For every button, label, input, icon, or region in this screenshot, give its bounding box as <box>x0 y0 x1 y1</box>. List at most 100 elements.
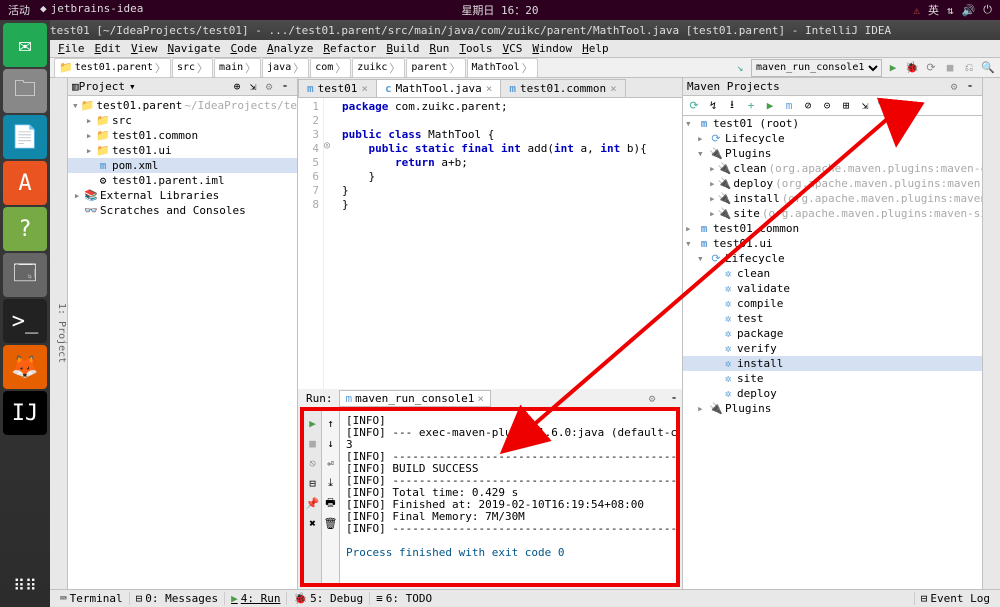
menu-help[interactable]: Help <box>578 42 613 55</box>
menu-navigate[interactable]: Navigate <box>164 42 225 55</box>
activities-label[interactable]: 活动 <box>8 2 30 18</box>
maven-tree-item[interactable]: ✲test <box>683 311 982 326</box>
maven-tree-item[interactable]: ▸🔌install (org.apache.maven.plugins:mave… <box>683 191 982 206</box>
debug-button[interactable]: 🐞 <box>904 60 920 76</box>
show-deps-icon[interactable]: ⊞ <box>838 98 854 114</box>
status-eventlog[interactable]: ⊟Event Log <box>914 592 996 605</box>
launcher-desktop[interactable]: 🗔 <box>3 253 47 297</box>
generate-sources-icon[interactable]: ↯ <box>705 98 721 114</box>
close-icon[interactable]: × <box>486 82 493 95</box>
run-gear-icon[interactable]: ⚙ <box>644 390 660 406</box>
project-tree-item[interactable]: ▸📚External Libraries <box>68 188 297 203</box>
appmenu-label[interactable]: ◆jetbrains-idea <box>40 2 143 18</box>
launcher-apps-grid[interactable]: ⠿⠿ <box>3 563 47 607</box>
collapse-maven-icon[interactable]: ⇲ <box>857 98 873 114</box>
run-tab[interactable]: mmaven_run_console1× <box>339 390 491 407</box>
pin-icon[interactable]: 📌 <box>305 495 321 511</box>
maven-tree-item[interactable]: ✲compile <box>683 296 982 311</box>
warning-icon[interactable]: ⚠ <box>913 4 920 17</box>
project-tree-item[interactable]: ▸📁src <box>68 113 297 128</box>
exec-goal-icon[interactable]: m <box>781 98 797 114</box>
menu-code[interactable]: Code <box>226 42 261 55</box>
launcher-software[interactable]: A <box>3 161 47 205</box>
close-run-icon[interactable]: ✖ <box>305 515 321 531</box>
status-run[interactable]: ▶4: Run <box>224 592 286 605</box>
menu-vcs[interactable]: VCS <box>498 42 526 55</box>
launcher-intellij[interactable]: IJ <box>3 391 47 435</box>
breadcrumb-item[interactable]: com 〉 <box>310 58 351 78</box>
maven-hide-icon[interactable]: ⁃ <box>962 79 978 95</box>
project-tree-item[interactable]: ▸📁test01.ui <box>68 143 297 158</box>
trash-icon[interactable]: 🗑 <box>323 515 339 531</box>
maven-settings-icon[interactable]: 🔧 <box>876 98 892 114</box>
breadcrumb-item[interactable]: 📁test01.parent 〉 <box>54 58 171 78</box>
close-icon[interactable]: × <box>361 82 368 95</box>
coverage-button[interactable]: ⟳ <box>923 60 939 76</box>
maven-tree-item[interactable]: ▸🔌clean (org.apache.maven.plugins:maven-… <box>683 161 982 176</box>
maven-tree-item[interactable]: ▾⟳Lifecycle <box>683 251 982 266</box>
menu-window[interactable]: Window <box>528 42 576 55</box>
down-icon[interactable]: ↓ <box>323 435 339 451</box>
maven-tree-item[interactable]: ▾🔌Plugins <box>683 146 982 161</box>
breadcrumb-item[interactable]: java 〉 <box>262 58 309 78</box>
stop-icon[interactable]: ■ <box>305 435 321 451</box>
launcher-firefox[interactable]: 🦊 <box>3 345 47 389</box>
menu-refactor[interactable]: Refactor <box>319 42 380 55</box>
up-icon[interactable]: ↑ <box>323 415 339 431</box>
gear-icon[interactable]: ⚙ <box>261 79 277 95</box>
breadcrumb-item[interactable]: src 〉 <box>172 58 213 78</box>
menu-build[interactable]: Build <box>382 42 423 55</box>
maven-gear-icon[interactable]: ⚙ <box>946 79 962 95</box>
project-tree-item[interactable]: mpom.xml <box>68 158 297 173</box>
status-todo[interactable]: ≡6: TODO <box>369 592 438 605</box>
project-tree-item[interactable]: ▸📁test01.common <box>68 128 297 143</box>
reimport-icon[interactable]: ⟳ <box>686 98 702 114</box>
breadcrumb-item[interactable]: MathTool 〉 <box>467 58 538 78</box>
maven-tree-item[interactable]: ▸mtest01.common <box>683 221 982 236</box>
power-icon[interactable]: ⏻ <box>983 3 992 17</box>
maven-tree-item[interactable]: ✲clean <box>683 266 982 281</box>
close-icon[interactable]: × <box>477 392 484 405</box>
run-maven-icon[interactable]: ▶ <box>762 98 778 114</box>
code-editor[interactable]: 12345678 ◎ package com.zuikc.parent; pub… <box>298 98 682 389</box>
maven-tree-item[interactable]: ✲deploy <box>683 386 982 401</box>
run-config-select[interactable]: maven_run_console1 <box>751 59 882 77</box>
network-icon[interactable]: ⇅ <box>947 4 954 17</box>
menu-file[interactable]: File <box>54 42 89 55</box>
maven-tree-item[interactable]: ✲verify <box>683 341 982 356</box>
ime-indicator[interactable]: 英 <box>928 2 939 18</box>
vcs-button[interactable]: ⎌ <box>961 60 977 76</box>
editor-tab[interactable]: mtest01.common× <box>500 79 625 97</box>
maven-tree-item[interactable]: ✲validate <box>683 281 982 296</box>
add-maven-icon[interactable]: + <box>743 98 759 114</box>
maven-tree-item[interactable]: ▾mtest01 (root) <box>683 116 982 131</box>
exit-icon[interactable]: ⎋ <box>305 455 321 471</box>
menu-view[interactable]: View <box>127 42 162 55</box>
maven-tree-item[interactable]: ▾mtest01.ui <box>683 236 982 251</box>
status-debug[interactable]: 🐞5: Debug <box>286 592 369 605</box>
breadcrumb-item[interactable]: zuikc 〉 <box>352 58 405 78</box>
run-button[interactable]: ▶ <box>885 60 901 76</box>
editor-tab[interactable]: mtest01× <box>298 79 377 97</box>
menu-run[interactable]: Run <box>425 42 453 55</box>
breadcrumb-item[interactable]: main 〉 <box>214 58 261 78</box>
source-code[interactable]: package com.zuikc.parent; public class M… <box>338 98 682 389</box>
maven-tree-item[interactable]: ✲install <box>683 356 982 371</box>
maven-tree-item[interactable]: ▸🔌site (org.apache.maven.plugins:maven-s… <box>683 206 982 221</box>
project-tree-item[interactable]: ▾📁test01.parent ~/IdeaProjects/tes <box>68 98 297 113</box>
scroll-from-source-icon[interactable]: ⊕ <box>229 79 245 95</box>
rerun-icon[interactable]: ▶ <box>305 415 321 431</box>
print-icon[interactable]: 🖶 <box>323 495 339 511</box>
download-icon[interactable]: ⭳ <box>724 98 740 114</box>
launcher-thunderbird[interactable]: ✉ <box>3 23 47 67</box>
maven-tree[interactable]: ▾mtest01 (root)▸⟳Lifecycle▾🔌Plugins▸🔌cle… <box>683 116 982 589</box>
launcher-libreoffice[interactable]: 📄 <box>3 115 47 159</box>
stop-button[interactable]: ■ <box>942 60 958 76</box>
console-output[interactable]: [INFO][INFO] --- exec-maven-plugin:1.6.0… <box>340 411 676 583</box>
menu-edit[interactable]: Edit <box>91 42 126 55</box>
collapse-icon[interactable]: ⇲ <box>245 79 261 95</box>
build-icon[interactable]: ↘ <box>732 60 748 76</box>
wrap-icon[interactable]: ⏎ <box>323 455 339 471</box>
maven-tree-item[interactable]: ✲site <box>683 371 982 386</box>
breadcrumb-item[interactable]: parent 〉 <box>406 58 465 78</box>
